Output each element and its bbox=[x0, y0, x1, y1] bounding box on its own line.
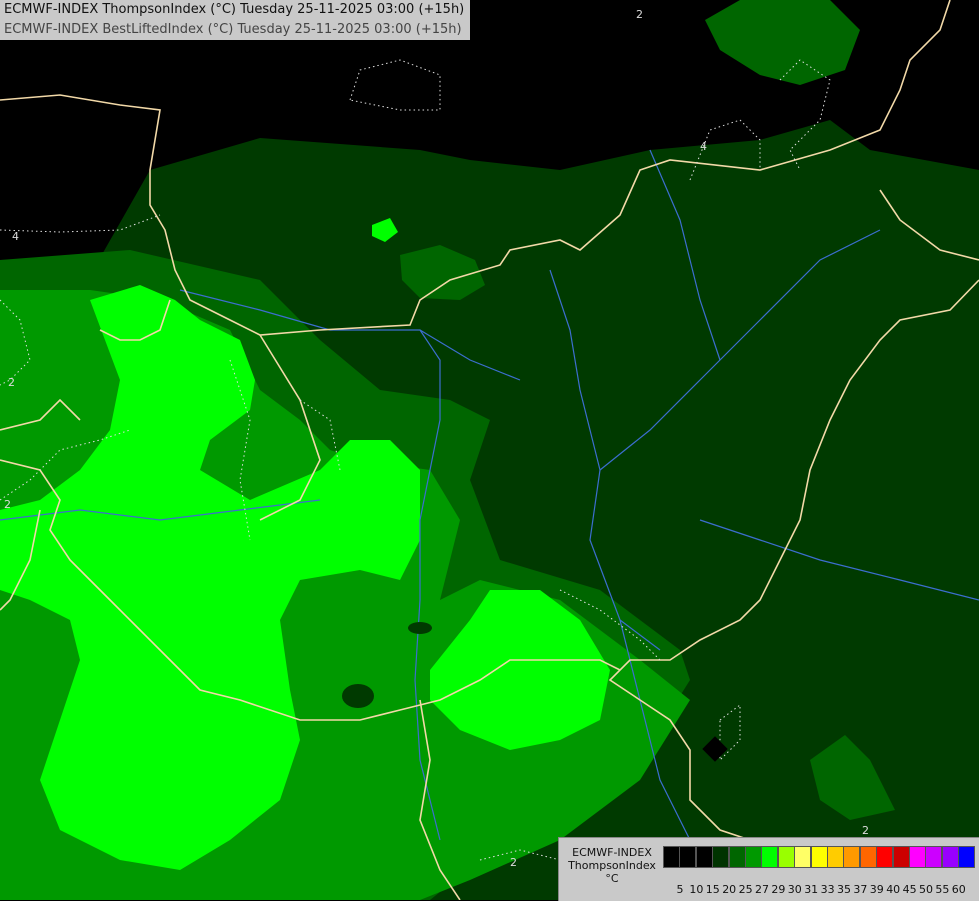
legend-tick-label: 40 bbox=[886, 883, 901, 896]
legend-swatch bbox=[892, 846, 910, 868]
legend-tick-label: 30 bbox=[787, 883, 802, 896]
legend-swatch bbox=[745, 846, 762, 868]
legend-tick-label: 50 bbox=[919, 883, 933, 896]
legend-swatch bbox=[761, 846, 779, 868]
contour-label: 4 bbox=[12, 230, 19, 243]
contour-label: 2 bbox=[636, 8, 643, 21]
legend-tick-label: 35 bbox=[837, 883, 851, 896]
legend-swatch bbox=[859, 846, 877, 868]
legend-swatch bbox=[827, 846, 844, 868]
legend-tick-label: 25 bbox=[738, 883, 753, 896]
legend-tick-label: 60 bbox=[951, 883, 966, 896]
legend-swatch bbox=[712, 846, 730, 868]
legend-swatch bbox=[909, 846, 926, 868]
legend-swatch bbox=[663, 846, 680, 868]
legend-tick-label: 15 bbox=[705, 883, 720, 896]
legend-swatch bbox=[777, 846, 795, 868]
map-canvas[interactable]: 2 4 4 2 2 2 2 bbox=[0, 0, 979, 900]
legend-unit: °C bbox=[605, 872, 619, 885]
legend-swatch bbox=[843, 846, 861, 868]
legend-title-line2: ThompsonIndex bbox=[568, 859, 656, 872]
legend-tick-label: 33 bbox=[820, 883, 835, 896]
contour-label: 2 bbox=[8, 376, 15, 389]
legend-tick-label: 29 bbox=[771, 883, 786, 896]
legend-title: ECMWF-INDEX ThompsonIndex °C bbox=[565, 846, 659, 885]
contour-label: 2 bbox=[4, 498, 11, 511]
legend-tick-label: 45 bbox=[902, 883, 917, 896]
contour-label: 4 bbox=[700, 140, 707, 153]
legend-swatch bbox=[958, 846, 976, 868]
contour-label: 2 bbox=[510, 856, 517, 869]
legend-swatch bbox=[876, 846, 894, 868]
legend-swatch bbox=[794, 846, 812, 868]
dark-spot bbox=[408, 622, 432, 634]
map-title-box: ECMWF-INDEX ThompsonIndex (°C) Tuesday 2… bbox=[0, 0, 471, 40]
contour-label: 2 bbox=[862, 824, 869, 837]
legend-tick-label: 31 bbox=[804, 883, 819, 896]
lifted-index-title: ECMWF-INDEX BestLiftedIndex (°C) Tuesday… bbox=[4, 22, 462, 37]
legend-swatch bbox=[695, 846, 713, 868]
legend-tick-label: 20 bbox=[722, 883, 737, 896]
legend-swatch bbox=[728, 846, 746, 868]
legend-tick-label: 37 bbox=[853, 883, 868, 896]
legend-tick-label: 10 bbox=[689, 883, 704, 896]
legend-swatch bbox=[810, 846, 828, 868]
thompson-index-title: ECMWF-INDEX ThompsonIndex (°C) Tuesday 2… bbox=[4, 2, 465, 17]
color-legend: ECMWF-INDEX ThompsonIndex °C 5 10 15 20 25 27… bbox=[558, 837, 979, 901]
legend-swatch bbox=[679, 846, 697, 868]
legend-tick-label: 27 bbox=[755, 883, 769, 896]
dark-spot bbox=[342, 684, 374, 708]
legend-title-line1: ECMWF-INDEX bbox=[572, 846, 652, 859]
legend-tick-label: 39 bbox=[869, 883, 884, 896]
legend-swatch bbox=[925, 846, 943, 868]
legend-swatch bbox=[941, 846, 959, 868]
legend-tick-label: 55 bbox=[935, 883, 950, 896]
legend-tick-label: 5 bbox=[676, 883, 684, 896]
